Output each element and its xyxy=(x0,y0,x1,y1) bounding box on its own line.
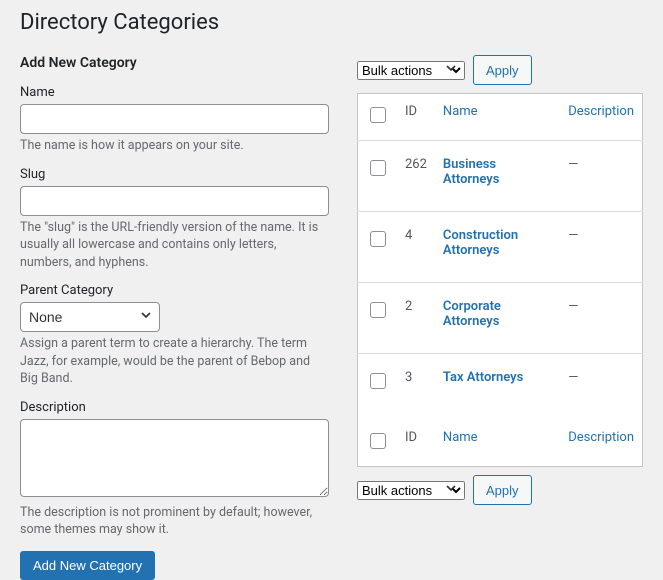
bulk-action-select-bottom[interactable]: Bulk actions xyxy=(357,481,465,500)
col-description-footer[interactable]: Description xyxy=(568,430,634,445)
description-textarea[interactable] xyxy=(20,419,329,497)
row-name-link[interactable]: Construction Attorneys xyxy=(443,228,518,258)
slug-label: Slug xyxy=(20,167,329,182)
col-id-footer: ID xyxy=(397,420,435,467)
table-row: 3 Tax Attorneys — xyxy=(358,354,643,421)
description-label: Description xyxy=(20,400,329,415)
parent-help: Assign a parent term to create a hierarc… xyxy=(20,335,329,388)
table-row: 4 Construction Attorneys — xyxy=(358,212,643,283)
row-name-link[interactable]: Corporate Attorneys xyxy=(443,299,501,329)
row-name-link[interactable]: Business Attorneys xyxy=(443,157,500,187)
name-label: Name xyxy=(20,85,329,100)
parent-select[interactable]: None xyxy=(20,302,160,332)
row-description: — xyxy=(560,354,642,421)
row-id: 2 xyxy=(397,283,435,354)
slug-help: The "slug" is the URL-friendly version o… xyxy=(20,219,329,272)
name-input[interactable] xyxy=(20,104,329,134)
name-help: The name is how it appears on your site. xyxy=(20,137,329,155)
col-id: ID xyxy=(397,94,435,141)
bulk-action-select-top[interactable]: Bulk actions xyxy=(357,61,465,80)
slug-input[interactable] xyxy=(20,186,329,216)
table-row: 2 Corporate Attorneys — xyxy=(358,283,643,354)
categories-table: ID Name Description 262 Business Attorne… xyxy=(357,93,643,467)
row-id: 4 xyxy=(397,212,435,283)
bulk-actions-top: Bulk actions Apply xyxy=(357,55,643,85)
parent-label: Parent Category xyxy=(20,283,329,298)
row-checkbox[interactable] xyxy=(370,160,386,176)
col-name-footer[interactable]: Name xyxy=(443,430,478,445)
row-id: 262 xyxy=(397,141,435,212)
page-title: Directory Categories xyxy=(20,10,643,35)
form-heading: Add New Category xyxy=(20,55,329,71)
select-all-bottom[interactable] xyxy=(370,433,386,449)
bulk-actions-bottom: Bulk actions Apply xyxy=(357,475,643,505)
col-description[interactable]: Description xyxy=(568,104,634,119)
description-help: The description is not prominent by defa… xyxy=(20,504,329,539)
row-description: — xyxy=(560,141,642,212)
apply-button-bottom[interactable]: Apply xyxy=(473,475,532,505)
row-id: 3 xyxy=(397,354,435,421)
row-description: — xyxy=(560,283,642,354)
col-name[interactable]: Name xyxy=(443,104,478,119)
add-category-button[interactable]: Add New Category xyxy=(20,551,155,580)
select-all-top[interactable] xyxy=(370,107,386,123)
row-checkbox[interactable] xyxy=(370,373,386,389)
apply-button-top[interactable]: Apply xyxy=(473,55,532,85)
table-row: 262 Business Attorneys — xyxy=(358,141,643,212)
row-checkbox[interactable] xyxy=(370,302,386,318)
row-name-link[interactable]: Tax Attorneys xyxy=(443,370,523,385)
row-description: — xyxy=(560,212,642,283)
add-category-form: Add New Category Name The name is how it… xyxy=(20,55,329,580)
row-checkbox[interactable] xyxy=(370,231,386,247)
